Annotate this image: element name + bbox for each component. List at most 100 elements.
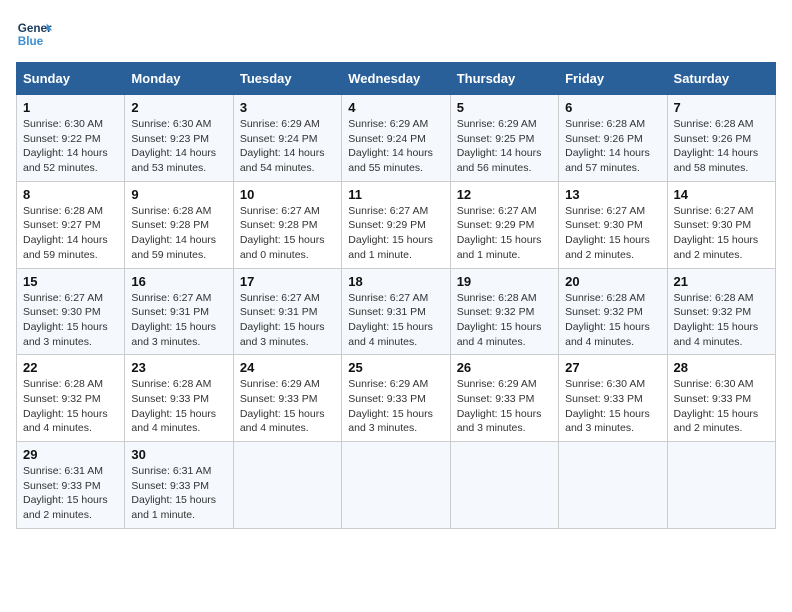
- day-info: Sunrise: 6:28 AMSunset: 9:28 PMDaylight:…: [131, 204, 226, 263]
- day-info: Sunrise: 6:27 AMSunset: 9:31 PMDaylight:…: [131, 291, 226, 350]
- day-info: Sunrise: 6:30 AMSunset: 9:33 PMDaylight:…: [565, 377, 660, 436]
- day-info: Sunrise: 6:27 AMSunset: 9:28 PMDaylight:…: [240, 204, 335, 263]
- table-row: 9 Sunrise: 6:28 AMSunset: 9:28 PMDaylight…: [125, 181, 233, 268]
- day-info: Sunrise: 6:27 AMSunset: 9:29 PMDaylight:…: [348, 204, 443, 263]
- table-row: 20 Sunrise: 6:28 AMSunset: 9:32 PMDayligh…: [559, 268, 667, 355]
- day-number: 9: [131, 187, 226, 202]
- col-header-thursday: Thursday: [450, 63, 558, 95]
- day-info: Sunrise: 6:27 AMSunset: 9:31 PMDaylight:…: [240, 291, 335, 350]
- table-row: 1 Sunrise: 6:30 AMSunset: 9:22 PMDaylight…: [17, 95, 125, 182]
- day-number: 23: [131, 360, 226, 375]
- day-info: Sunrise: 6:28 AMSunset: 9:32 PMDaylight:…: [23, 377, 118, 436]
- day-number: 18: [348, 274, 443, 289]
- day-number: 7: [674, 100, 769, 115]
- col-header-tuesday: Tuesday: [233, 63, 341, 95]
- day-info: Sunrise: 6:30 AMSunset: 9:23 PMDaylight:…: [131, 117, 226, 176]
- svg-text:Blue: Blue: [18, 35, 44, 48]
- day-info: Sunrise: 6:31 AMSunset: 9:33 PMDaylight:…: [23, 464, 118, 523]
- day-number: 2: [131, 100, 226, 115]
- day-info: Sunrise: 6:27 AMSunset: 9:30 PMDaylight:…: [674, 204, 769, 263]
- table-row: 13 Sunrise: 6:27 AMSunset: 9:30 PMDayligh…: [559, 181, 667, 268]
- day-info: Sunrise: 6:29 AMSunset: 9:24 PMDaylight:…: [240, 117, 335, 176]
- table-row: 8 Sunrise: 6:28 AMSunset: 9:27 PMDaylight…: [17, 181, 125, 268]
- day-number: 20: [565, 274, 660, 289]
- day-number: 27: [565, 360, 660, 375]
- day-info: Sunrise: 6:28 AMSunset: 9:32 PMDaylight:…: [565, 291, 660, 350]
- day-number: 29: [23, 447, 118, 462]
- logo-icon: General Blue: [16, 16, 52, 52]
- day-number: 1: [23, 100, 118, 115]
- day-info: Sunrise: 6:27 AMSunset: 9:30 PMDaylight:…: [565, 204, 660, 263]
- day-number: 11: [348, 187, 443, 202]
- day-info: Sunrise: 6:27 AMSunset: 9:30 PMDaylight:…: [23, 291, 118, 350]
- table-row: 12 Sunrise: 6:27 AMSunset: 9:29 PMDayligh…: [450, 181, 558, 268]
- day-number: 24: [240, 360, 335, 375]
- day-info: Sunrise: 6:28 AMSunset: 9:32 PMDaylight:…: [457, 291, 552, 350]
- col-header-sunday: Sunday: [17, 63, 125, 95]
- day-number: 12: [457, 187, 552, 202]
- day-number: 10: [240, 187, 335, 202]
- day-info: Sunrise: 6:28 AMSunset: 9:26 PMDaylight:…: [565, 117, 660, 176]
- table-row: 11 Sunrise: 6:27 AMSunset: 9:29 PMDayligh…: [342, 181, 450, 268]
- table-row: [342, 442, 450, 529]
- day-number: 30: [131, 447, 226, 462]
- table-row: 15 Sunrise: 6:27 AMSunset: 9:30 PMDayligh…: [17, 268, 125, 355]
- day-number: 26: [457, 360, 552, 375]
- table-row: 22 Sunrise: 6:28 AMSunset: 9:32 PMDayligh…: [17, 355, 125, 442]
- table-row: 2 Sunrise: 6:30 AMSunset: 9:23 PMDaylight…: [125, 95, 233, 182]
- table-row: 14 Sunrise: 6:27 AMSunset: 9:30 PMDayligh…: [667, 181, 775, 268]
- day-number: 13: [565, 187, 660, 202]
- table-row: 21 Sunrise: 6:28 AMSunset: 9:32 PMDayligh…: [667, 268, 775, 355]
- day-number: 3: [240, 100, 335, 115]
- day-info: Sunrise: 6:29 AMSunset: 9:33 PMDaylight:…: [457, 377, 552, 436]
- day-number: 21: [674, 274, 769, 289]
- day-info: Sunrise: 6:30 AMSunset: 9:22 PMDaylight:…: [23, 117, 118, 176]
- col-header-wednesday: Wednesday: [342, 63, 450, 95]
- table-row: 27 Sunrise: 6:30 AMSunset: 9:33 PMDayligh…: [559, 355, 667, 442]
- table-row: 23 Sunrise: 6:28 AMSunset: 9:33 PMDayligh…: [125, 355, 233, 442]
- day-number: 14: [674, 187, 769, 202]
- table-row: 7 Sunrise: 6:28 AMSunset: 9:26 PMDaylight…: [667, 95, 775, 182]
- col-header-friday: Friday: [559, 63, 667, 95]
- day-info: Sunrise: 6:28 AMSunset: 9:32 PMDaylight:…: [674, 291, 769, 350]
- header: General Blue: [16, 16, 776, 52]
- col-header-monday: Monday: [125, 63, 233, 95]
- day-number: 15: [23, 274, 118, 289]
- day-info: Sunrise: 6:28 AMSunset: 9:27 PMDaylight:…: [23, 204, 118, 263]
- table-row: [233, 442, 341, 529]
- table-row: 19Sunrise: 6:28 AMSunset: 9:32 PMDayligh…: [450, 268, 558, 355]
- table-row: 30 Sunrise: 6:31 AMSunset: 9:33 PMDayligh…: [125, 442, 233, 529]
- table-row: 17Sunrise: 6:27 AMSunset: 9:31 PMDayligh…: [233, 268, 341, 355]
- calendar-table: SundayMondayTuesdayWednesdayThursdayFrid…: [16, 62, 776, 529]
- day-info: Sunrise: 6:30 AMSunset: 9:33 PMDaylight:…: [674, 377, 769, 436]
- table-row: 26 Sunrise: 6:29 AMSunset: 9:33 PMDayligh…: [450, 355, 558, 442]
- table-row: 10 Sunrise: 6:27 AMSunset: 9:28 PMDayligh…: [233, 181, 341, 268]
- day-number: 6: [565, 100, 660, 115]
- day-info: Sunrise: 6:29 AMSunset: 9:33 PMDaylight:…: [240, 377, 335, 436]
- table-row: 3 Sunrise: 6:29 AMSunset: 9:24 PMDaylight…: [233, 95, 341, 182]
- day-number: 28: [674, 360, 769, 375]
- logo: General Blue: [16, 16, 52, 52]
- table-row: 18 Sunrise: 6:27 AMSunset: 9:31 PMDayligh…: [342, 268, 450, 355]
- day-info: Sunrise: 6:28 AMSunset: 9:26 PMDaylight:…: [674, 117, 769, 176]
- day-info: Sunrise: 6:29 AMSunset: 9:33 PMDaylight:…: [348, 377, 443, 436]
- day-number: 25: [348, 360, 443, 375]
- table-row: [667, 442, 775, 529]
- table-row: 24 Sunrise: 6:29 AMSunset: 9:33 PMDayligh…: [233, 355, 341, 442]
- day-info: Sunrise: 6:27 AMSunset: 9:29 PMDaylight:…: [457, 204, 552, 263]
- day-info: Sunrise: 6:28 AMSunset: 9:33 PMDaylight:…: [131, 377, 226, 436]
- table-row: 16 Sunrise: 6:27 AMSunset: 9:31 PMDayligh…: [125, 268, 233, 355]
- table-row: 4Sunrise: 6:29 AMSunset: 9:24 PMDaylight…: [342, 95, 450, 182]
- day-info: Sunrise: 6:29 AMSunset: 9:25 PMDaylight:…: [457, 117, 552, 176]
- table-row: 25 Sunrise: 6:29 AMSunset: 9:33 PMDayligh…: [342, 355, 450, 442]
- table-row: 6 Sunrise: 6:28 AMSunset: 9:26 PMDaylight…: [559, 95, 667, 182]
- day-number: 22: [23, 360, 118, 375]
- table-row: [450, 442, 558, 529]
- day-info: Sunrise: 6:29 AMSunset: 9:24 PMDaylight:…: [348, 117, 443, 176]
- day-number: 5: [457, 100, 552, 115]
- day-number: 8: [23, 187, 118, 202]
- table-row: 28 Sunrise: 6:30 AMSunset: 9:33 PMDayligh…: [667, 355, 775, 442]
- day-number: 16: [131, 274, 226, 289]
- day-info: Sunrise: 6:31 AMSunset: 9:33 PMDaylight:…: [131, 464, 226, 523]
- day-info: Sunrise: 6:27 AMSunset: 9:31 PMDaylight:…: [348, 291, 443, 350]
